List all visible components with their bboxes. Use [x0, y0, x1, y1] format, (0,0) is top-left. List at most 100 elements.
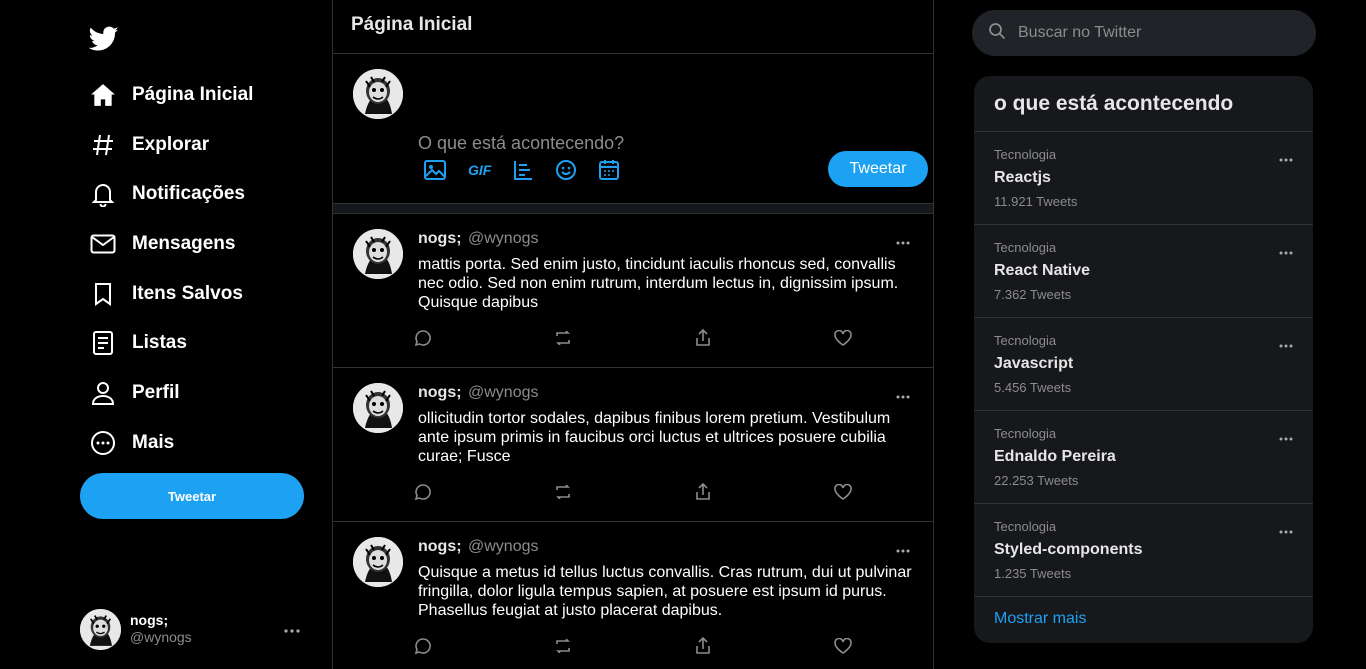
- nav-label: Perfil: [132, 381, 180, 403]
- ellipsis-icon[interactable]: [1279, 242, 1293, 260]
- main-header: Página Inicial: [333, 0, 933, 54]
- bookmark-icon: [89, 280, 117, 308]
- reply-icon[interactable]: [413, 328, 433, 348]
- emoji-icon[interactable]: [555, 158, 577, 182]
- show-more-link[interactable]: Mostrar mais: [994, 610, 1086, 628]
- nav-item-home[interactable]: Página Inicial: [89, 70, 253, 120]
- retweet-icon[interactable]: [553, 328, 573, 348]
- tweet-actions: [413, 482, 863, 502]
- nav-item-more[interactable]: Mais: [89, 418, 253, 468]
- trend-count: 11.921 Tweets: [994, 194, 1078, 209]
- nav-label: Notificações: [132, 183, 245, 205]
- ellipsis-icon[interactable]: [1279, 335, 1293, 353]
- reply-icon[interactable]: [413, 636, 433, 656]
- nav-label: Explorar: [132, 133, 210, 155]
- person-icon: [89, 379, 117, 407]
- tweet-actions: [413, 636, 863, 656]
- avatar[interactable]: [353, 537, 403, 587]
- reply-icon[interactable]: [413, 482, 433, 502]
- trend-category: Tecnologia: [994, 426, 1057, 441]
- ellipsis-icon[interactable]: [896, 386, 910, 404]
- search-bar[interactable]: [972, 10, 1316, 56]
- tweet-header: nogs; @wynogs: [418, 384, 539, 402]
- tweet-text: Quisque a metus id tellus luctus convall…: [418, 564, 912, 619]
- nav-item-lists[interactable]: Listas: [89, 318, 253, 368]
- nav-item-profile[interactable]: Perfil: [89, 368, 253, 418]
- trend-name: Reactjs: [994, 169, 1051, 186]
- tweet-text: ollicitudin tortor sodales, dapibus fini…: [418, 410, 891, 465]
- tweet[interactable]: nogs; @wynogs mattis porta. Sed enim jus…: [333, 214, 933, 368]
- tweet[interactable]: nogs; @wynogs ollicitudin tortor sodales…: [333, 368, 933, 522]
- share-icon[interactable]: [693, 482, 713, 502]
- retweet-icon[interactable]: [553, 482, 573, 502]
- trend-item[interactable]: Tecnologia Javascript 5.456 Tweets: [974, 318, 1313, 411]
- heart-icon[interactable]: [833, 482, 853, 502]
- trend-name: Styled-components: [994, 541, 1143, 558]
- tweet-handle[interactable]: @wynogs: [468, 538, 539, 555]
- nav-label: Mais: [132, 431, 175, 453]
- share-icon[interactable]: [693, 328, 713, 348]
- heart-icon[interactable]: [833, 328, 853, 348]
- nav-label: Página Inicial: [132, 83, 254, 105]
- avatar[interactable]: [353, 229, 403, 279]
- trend-name: Ednaldo Pereira: [994, 448, 1116, 465]
- nav-item-bookmarks[interactable]: Itens Salvos: [89, 269, 253, 319]
- composer-toolbar: GIF: [423, 158, 641, 182]
- retweet-icon[interactable]: [553, 636, 573, 656]
- ellipsis-icon[interactable]: [896, 232, 910, 250]
- profile-switcher[interactable]: nogs; @wynogs: [80, 608, 304, 650]
- tweet-text: mattis porta. Sed enim justo, tincidunt …: [418, 256, 899, 311]
- nav-item-explore[interactable]: Explorar: [89, 120, 253, 170]
- more-circle-icon: [89, 429, 117, 457]
- ellipsis-icon[interactable]: [284, 620, 300, 638]
- compose-input[interactable]: O que está acontecendo?: [418, 133, 624, 154]
- nav-item-messages[interactable]: Mensagens: [89, 219, 253, 269]
- tweet-handle[interactable]: @wynogs: [468, 230, 539, 247]
- hashtag-icon: [89, 131, 117, 159]
- tweet-author[interactable]: nogs;: [418, 384, 462, 401]
- nav-label: Listas: [132, 332, 187, 354]
- search-input[interactable]: [1018, 24, 1298, 42]
- profile-info: nogs; @wynogs: [130, 612, 192, 646]
- nav-label: Mensagens: [132, 232, 236, 254]
- tweet-author[interactable]: nogs;: [418, 230, 462, 247]
- tweet-author[interactable]: nogs;: [418, 538, 462, 555]
- twitter-logo-icon[interactable]: [88, 26, 119, 52]
- share-icon[interactable]: [693, 636, 713, 656]
- main-nav: Página Inicial Explorar Notificações Men…: [89, 70, 253, 468]
- heart-icon[interactable]: [833, 636, 853, 656]
- ellipsis-icon[interactable]: [1279, 521, 1293, 539]
- avatar: [353, 69, 403, 119]
- trend-item[interactable]: Tecnologia Reactjs 11.921 Tweets: [974, 132, 1313, 225]
- bell-icon: [89, 180, 117, 208]
- calendar-icon[interactable]: [598, 158, 620, 182]
- home-icon: [89, 81, 117, 109]
- trend-item[interactable]: Tecnologia Styled-components 1.235 Tweet…: [974, 504, 1313, 597]
- trend-item[interactable]: Tecnologia Ednaldo Pereira 22.253 Tweets: [974, 411, 1313, 504]
- tweet[interactable]: nogs; @wynogs Quisque a metus id tellus …: [333, 522, 933, 669]
- app: Página Inicial Explorar Notificações Men…: [0, 0, 1366, 669]
- nav-item-notifications[interactable]: Notificações: [89, 169, 253, 219]
- image-icon[interactable]: [423, 158, 447, 182]
- trend-name: React Native: [994, 262, 1091, 279]
- main-column: Página Inicial O que está acontecendo? G…: [332, 0, 934, 669]
- trend-item[interactable]: Tecnologia React Native 7.362 Tweets: [974, 225, 1313, 318]
- tweet-feed: nogs; @wynogs mattis porta. Sed enim jus…: [333, 214, 933, 669]
- tweet-header: nogs; @wynogs: [418, 230, 539, 248]
- tweet-handle[interactable]: @wynogs: [468, 384, 539, 401]
- sidebar-tweet-button[interactable]: Tweetar: [80, 473, 304, 519]
- gif-button[interactable]: GIF: [468, 158, 491, 182]
- trend-count: 5.456 Tweets: [994, 380, 1072, 395]
- trend-name: Javascript: [994, 355, 1074, 372]
- compose-tweet-button[interactable]: Tweetar: [828, 151, 928, 187]
- ellipsis-icon[interactable]: [1279, 428, 1293, 446]
- avatar[interactable]: [353, 383, 403, 433]
- poll-icon[interactable]: [512, 158, 534, 182]
- profile-name: nogs;: [130, 612, 169, 628]
- ellipsis-icon[interactable]: [896, 540, 910, 558]
- ellipsis-icon[interactable]: [1279, 149, 1293, 167]
- trends-panel: o que está acontecendo Tecnologia Reactj…: [974, 76, 1313, 643]
- trend-category: Tecnologia: [994, 519, 1057, 534]
- trend-count: 1.235 Tweets: [994, 566, 1072, 581]
- nav-label: Itens Salvos: [132, 282, 243, 304]
